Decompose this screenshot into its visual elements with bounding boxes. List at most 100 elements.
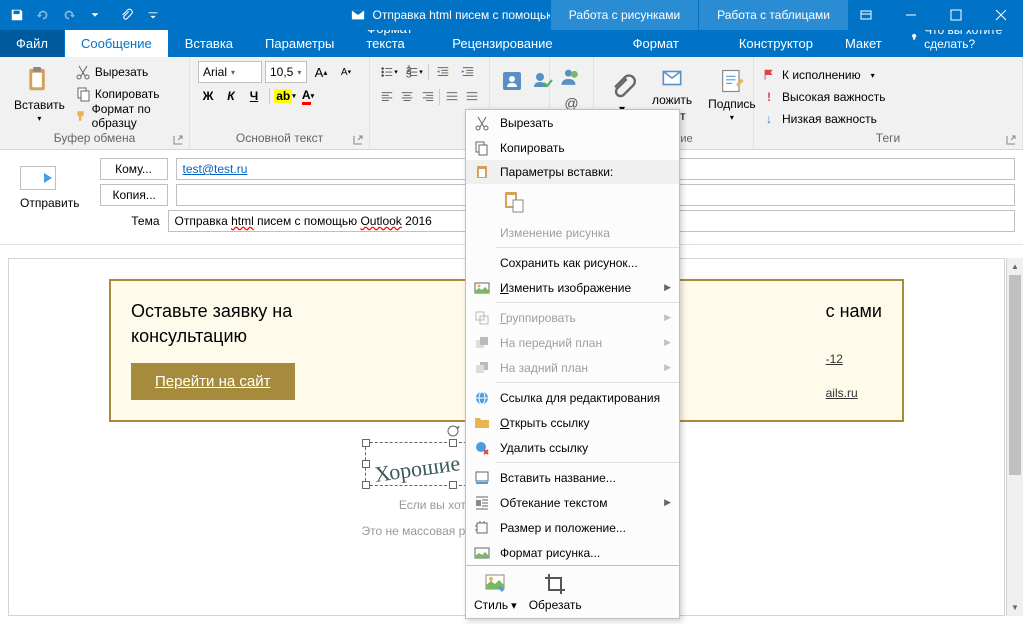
cm-edit-link[interactable]: Ссылка для редактирования [466,385,679,410]
align-right-button[interactable] [419,86,436,108]
low-importance-button[interactable]: ↓Низкая важность [762,109,1014,129]
tab-layout[interactable]: Макет [829,30,898,57]
mention-button[interactable]: @ [558,61,585,115]
subject-label: Тема [100,214,160,228]
table-tools-header: Работа с таблицами [698,0,848,30]
tab-design[interactable]: Конструктор [723,30,829,57]
scroll-down-button[interactable]: ▼ [1007,599,1023,616]
tab-insert[interactable]: Вставка [169,30,249,57]
cm-crop-button[interactable]: Обрезать [529,572,582,612]
attachment-icon[interactable] [116,4,138,26]
font-color-button[interactable]: A▾ [298,86,318,106]
rotate-handle-icon[interactable] [445,423,461,439]
email-link[interactable]: ails.ru [826,386,858,400]
resize-handle[interactable] [449,481,457,489]
phone-link[interactable]: -12 [826,352,843,366]
group-label-font: Основной текст [198,129,361,147]
grow-font-button[interactable]: A▴ [310,61,332,83]
group-font: Arial▾ 10,5▾ A▴ A▾ Ж К Ч ab▾ A▾ Основной… [190,57,370,149]
follow-up-button[interactable]: К исполнению▾ [762,65,1014,85]
undo-button[interactable] [32,4,54,26]
resize-handle[interactable] [362,481,370,489]
decrease-indent-button[interactable] [432,61,454,83]
ribbon-options-button[interactable] [843,0,888,30]
cm-paste-options [466,184,679,220]
cm-save-as-picture[interactable]: Сохранить как рисунок... [466,250,679,275]
launcher-icon[interactable] [353,135,363,145]
signature-button[interactable]: Подпись▾ [702,61,762,127]
format-painter-button[interactable]: Формат по образцу [71,105,181,127]
font-name-combo[interactable]: Arial▾ [198,61,262,83]
tab-format[interactable]: Формат [617,30,695,57]
close-button[interactable] [978,0,1023,30]
tab-review[interactable]: Рецензирование [436,30,568,57]
contextual-tab-headers: Работа с рисунками Работа с таблицами [550,0,848,30]
cm-cut[interactable]: Вырезать [466,110,679,135]
resize-handle[interactable] [362,439,370,447]
cm-paste-keep-source[interactable] [500,188,528,216]
underline-button[interactable]: Ч [244,86,264,106]
numbering-button[interactable]: 123▾ [403,61,425,83]
cm-bring-front: На передний план▶ [466,330,679,355]
cm-send-back: На задний план▶ [466,355,679,380]
cm-insert-caption[interactable]: Вставить название... [466,465,679,490]
indent-left-button[interactable] [443,86,460,108]
paste-button[interactable]: Вставить ▾ [8,61,71,127]
resize-handle[interactable] [449,439,457,447]
tab-options[interactable]: Параметры [249,30,350,57]
cm-size-position[interactable]: Размер и положение... [466,515,679,540]
card-cta-button[interactable]: Перейти на сайт [131,363,295,400]
to-button[interactable]: Кому... [100,158,168,180]
cm-paste-options-header: Параметры вставки: [466,160,679,184]
bullets-button[interactable]: ▾ [378,61,400,83]
cc-button[interactable]: Копия... [100,184,168,206]
tab-message[interactable]: Сообщение [64,29,169,57]
maximize-button[interactable] [933,0,978,30]
send-button[interactable]: Отправить [8,158,92,236]
highlight-button[interactable]: ab▾ [275,86,295,106]
qat-dropdown[interactable] [142,4,164,26]
address-book-button[interactable] [498,67,526,95]
outlook-icon [351,8,365,22]
vertical-scrollbar[interactable]: ▲ ▼ [1006,258,1023,616]
cm-group: Группировать▶ [466,305,679,330]
indent-right-button[interactable] [464,86,481,108]
increase-indent-button[interactable] [457,61,479,83]
cm-format-picture[interactable]: Формат рисунка... [466,540,679,565]
high-importance-button[interactable]: !Высокая важность [762,87,1014,107]
window-controls [843,0,1023,30]
redo-button[interactable] [58,4,80,26]
launcher-icon[interactable] [1006,135,1016,145]
cut-button[interactable]: Вырезать [71,61,181,83]
cm-mini-toolbar: Стиль ▾ Обрезать [466,565,679,618]
resize-handle[interactable] [362,460,370,468]
cm-remove-link[interactable]: Удалить ссылку [466,435,679,460]
card-heading-2: консультацию [131,326,295,347]
align-center-button[interactable] [398,86,415,108]
bold-button[interactable]: Ж [198,86,218,106]
minimize-button[interactable] [888,0,933,30]
send-icon [20,166,56,190]
group-tags: К исполнению▾ !Высокая важность ↓Низкая … [754,57,1023,149]
align-left-button[interactable] [378,86,395,108]
cm-wrap-text[interactable]: Обтекание текстом▶ [466,490,679,515]
ribbon-tabs: Файл Сообщение Вставка Параметры Формат … [0,30,1023,57]
qat-menu[interactable] [84,4,106,26]
scroll-up-button[interactable]: ▲ [1007,258,1023,275]
title-bar: Отправка html писем с помощью Outlook 20… [0,0,1023,30]
tab-file[interactable]: Файл [0,30,64,57]
shrink-font-button[interactable]: A▾ [335,61,357,83]
cm-change-image[interactable]: Изменить изображение▶ [466,275,679,300]
font-size-combo[interactable]: 10,5▾ [265,61,307,83]
cm-open-link[interactable]: Открыть ссылку [466,410,679,435]
group-label-tags: Теги [762,129,1014,147]
launcher-icon[interactable] [173,135,183,145]
scroll-thumb[interactable] [1009,275,1021,475]
context-menu: Вырезать Копировать Параметры вставки: И… [465,109,680,619]
italic-button[interactable]: К [221,86,241,106]
group-label-clipboard: Буфер обмена [8,129,181,147]
cm-style-button[interactable]: Стиль ▾ [474,572,517,612]
svg-text:3: 3 [406,68,412,79]
save-button[interactable] [6,4,28,26]
cm-copy[interactable]: Копировать [466,135,679,160]
